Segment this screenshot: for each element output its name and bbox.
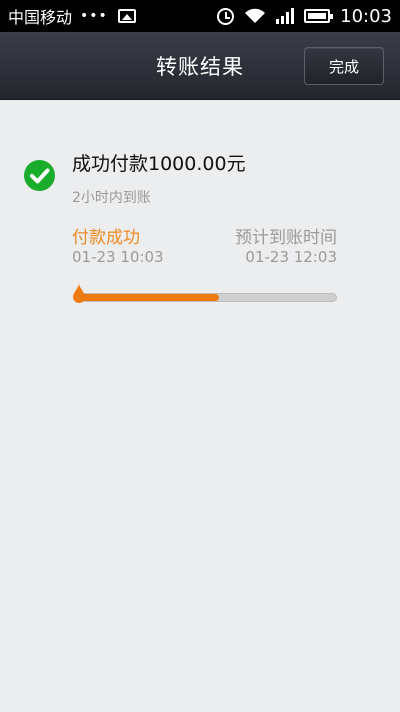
check-circle-icon xyxy=(24,160,55,191)
status-left: 中国移动 ••• xyxy=(8,4,136,28)
status-bar: 中国移动 ••• 10:03 xyxy=(0,0,400,32)
wifi-icon xyxy=(244,8,266,24)
screen: 中国移动 ••• 10:03 转账结果 完成 成功付款1000.00元 2小时内… xyxy=(0,0,400,712)
step-arrival-title: 预计到账时间 xyxy=(235,228,337,248)
step-arrival-time: 01-23 12:03 xyxy=(245,248,337,266)
progress-fill xyxy=(75,294,219,301)
carrier-name: 中国移动 xyxy=(8,8,73,27)
status-clock: 10:03 xyxy=(340,5,392,27)
arrival-hint-text: 2小时内到账 xyxy=(72,190,151,206)
title-bar: 转账结果 完成 xyxy=(0,32,400,100)
status-right: 10:03 xyxy=(207,6,392,27)
step-paid-time: 01-23 10:03 xyxy=(72,248,164,266)
alarm-icon xyxy=(217,7,235,25)
payment-amount-text: 成功付款1000.00元 xyxy=(72,153,246,175)
notification-dots: ••• xyxy=(80,8,108,24)
progress-track xyxy=(74,293,337,302)
image-icon xyxy=(117,9,136,23)
signal-icon xyxy=(276,8,295,24)
progress-start-marker xyxy=(72,283,86,303)
battery-icon xyxy=(304,9,334,23)
done-button[interactable]: 完成 xyxy=(304,47,384,85)
step-paid-title: 付款成功 xyxy=(72,228,140,248)
